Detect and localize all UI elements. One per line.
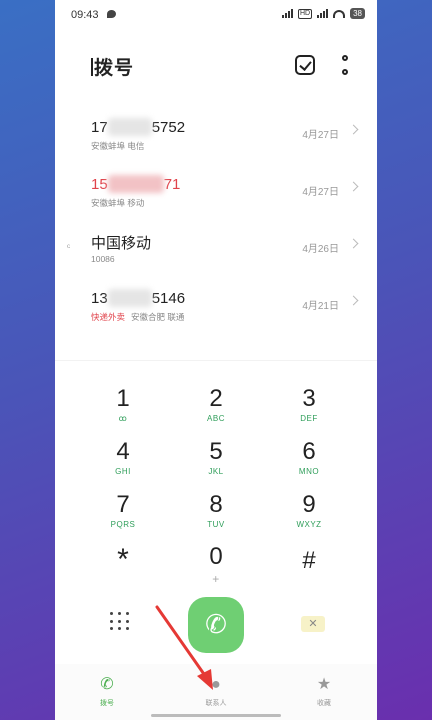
annotation-arrow [155, 605, 213, 690]
